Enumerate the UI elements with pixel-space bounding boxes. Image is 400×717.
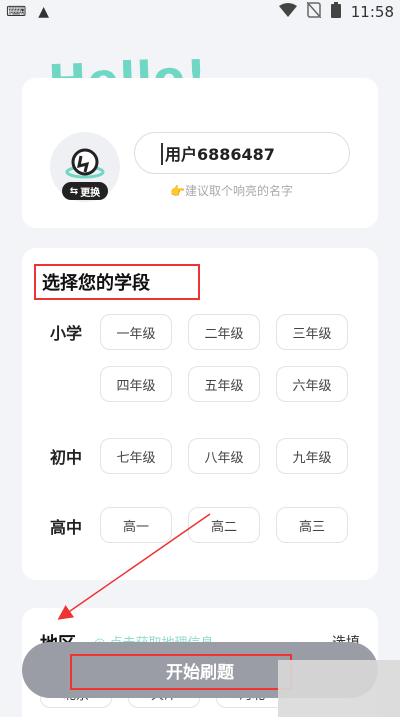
grade-chip-4[interactable]: 四年级	[100, 366, 172, 402]
grade-chip-7[interactable]: 七年级	[100, 438, 172, 474]
change-avatar-label: 更换	[80, 187, 101, 199]
app-logo-icon	[65, 148, 105, 179]
grade-chip-2[interactable]: 二年级	[188, 314, 260, 350]
grade-chip-high-3[interactable]: 高三	[276, 507, 348, 543]
clock: 11:58	[350, 3, 394, 21]
grade-section-title: 选择您的学段	[34, 264, 200, 300]
username-hint: 👉建议取个响亮的名字	[170, 184, 293, 198]
warning-icon: ▲	[38, 4, 49, 20]
wifi-icon	[278, 3, 297, 21]
grade-card: 选择您的学段 小学 一年级 二年级 三年级 四年级 五年级 六年级 初中 七年级…	[22, 248, 378, 580]
keyboard-icon: ⌨	[6, 4, 27, 20]
status-bar: ⌨ ▲ 11:58	[0, 0, 400, 24]
grade-chip-9[interactable]: 九年级	[276, 438, 348, 474]
grade-chip-high-2[interactable]: 高二	[188, 507, 260, 543]
grade-chip-8[interactable]: 八年级	[188, 438, 260, 474]
battery-icon	[330, 2, 341, 22]
stage-label-middle: 初中	[50, 448, 83, 467]
change-avatar-button[interactable]: ⇆ 更换	[62, 182, 108, 200]
grade-chip-high-1[interactable]: 高一	[100, 507, 172, 543]
grade-chip-3[interactable]: 三年级	[276, 314, 348, 350]
profile-card: ⇆ 更换 用户6886487 👉建议取个响亮的名字	[22, 78, 378, 228]
watermark	[278, 660, 400, 717]
grade-chip-1[interactable]: 一年级	[100, 314, 172, 350]
swap-icon: ⇆	[69, 185, 79, 197]
grade-chip-6[interactable]: 六年级	[276, 366, 348, 402]
stage-label-primary: 小学	[50, 324, 83, 343]
stage-label-high: 高中	[50, 518, 83, 537]
start-practice-label: 开始刷题	[166, 662, 234, 683]
grade-chip-5[interactable]: 五年级	[188, 366, 260, 402]
username-field[interactable]: 用户6886487	[134, 132, 350, 174]
username-value: 用户6886487	[165, 145, 275, 164]
text-cursor	[161, 143, 163, 165]
no-sim-icon	[306, 1, 322, 22]
